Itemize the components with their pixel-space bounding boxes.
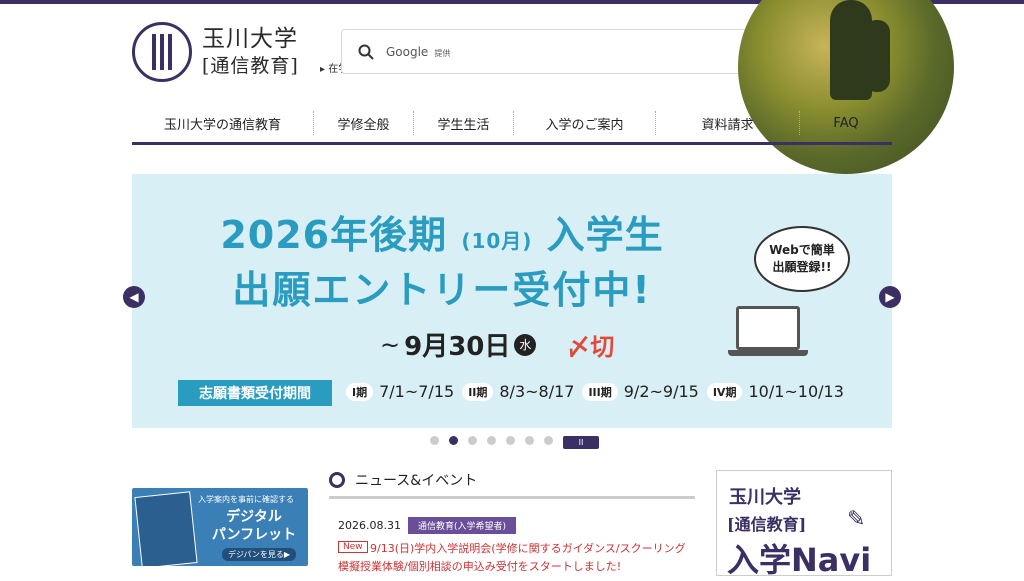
nav-item-study[interactable]: 学修全般 — [314, 111, 414, 135]
google-brand: Google — [386, 44, 429, 59]
chevron-left-icon: ◀ — [129, 290, 139, 304]
navi-line1: 玉川大学 — [729, 487, 801, 508]
carousel-dot[interactable] — [487, 436, 496, 445]
period-item: I期 7/1~7/15 — [346, 382, 454, 401]
logo-bar — [160, 34, 164, 70]
banner-deadline: ~ 9月30日 水 〆切 — [380, 326, 614, 363]
period-tag: II期 — [462, 382, 494, 401]
news-section-title: ニュース&イベント — [329, 470, 477, 490]
digital-pamphlet-banner[interactable]: 入学案内を事前に確認する デジタルパンフレット デジパンを見る▶ — [132, 488, 308, 566]
news-item-link[interactable]: 9/13(日)学内入学説明会(学修に関するガイダンス/スクーリング模擬授業体験/… — [338, 540, 694, 576]
new-badge: New — [338, 541, 368, 553]
deadline-weekday: 水 — [514, 333, 537, 356]
deadline-date: 9月30日 — [404, 332, 511, 362]
nav-underline — [132, 142, 892, 145]
hero-banner[interactable]: 2026年後期 (10月) 入学生 出願エントリー受付中! ~ 9月30日 水 … — [132, 174, 892, 428]
carousel-dot[interactable] — [544, 436, 553, 445]
laptop-base-icon — [728, 350, 808, 356]
period-tag: III期 — [582, 382, 618, 401]
period-dates: 7/1~7/15 — [379, 382, 455, 401]
chevron-right-icon: ▶ — [885, 290, 895, 304]
site-title[interactable]: 玉川大学 [通信教育] — [202, 26, 299, 80]
news-date: 2026.08.31 — [338, 519, 401, 532]
nav-item-faq[interactable]: FAQ — [800, 111, 892, 135]
carousel-dot[interactable] — [430, 436, 439, 445]
period-list: I期 7/1~7/15 II期 8/3~8/17 III期 9/2~9/15 IV期 1… — [346, 382, 844, 401]
period-label: 志願書類受付期間 — [178, 380, 332, 406]
carousel-dot[interactable] — [525, 436, 534, 445]
circle-bullet-icon — [329, 472, 345, 488]
banner-headline2: 出願エントリー受付中! — [232, 268, 652, 312]
logo-bar — [152, 34, 156, 70]
admission-navi-banner[interactable]: 玉川大学 [通信教育] ✎ 入学Navi — [716, 470, 892, 579]
pamphlet-title-line2: パンフレット — [211, 527, 297, 543]
search-provider: Google 提供 — [386, 45, 450, 59]
period-tag: IV期 — [706, 382, 743, 401]
nav-item-request[interactable]: 資料請求 — [656, 111, 800, 135]
deadline-tilde: ~ — [380, 330, 401, 359]
banner-term: 2026年後期 — [220, 213, 448, 257]
period-dates: 9/2~9/15 — [623, 382, 699, 401]
photo-figure — [864, 20, 890, 92]
carousel-next-button[interactable]: ▶ — [879, 286, 901, 308]
laptop-icon — [736, 306, 800, 350]
period-tag: I期 — [346, 382, 374, 401]
nav-item-about[interactable]: 玉川大学の通信教育 — [132, 111, 314, 135]
carousel-dot[interactable] — [468, 436, 477, 445]
web-entry-bubble: Webで簡単 出願登録!! — [754, 226, 850, 292]
pamphlet-title: デジタルパンフレット — [204, 508, 304, 544]
site-title-line1: 玉川大学 — [202, 26, 298, 52]
deadline-cut: 〆切 — [566, 333, 615, 361]
provided-by: 提供 — [434, 48, 451, 58]
search-icon[interactable] — [358, 44, 374, 60]
pamphlet-top-text: 入学案内を事前に確認する — [198, 495, 294, 504]
pamphlet-book-image — [134, 491, 198, 566]
site-title-line2: [通信教育] — [202, 55, 299, 77]
carousel-dots — [430, 436, 553, 445]
navi-line2: [通信教育] — [727, 515, 807, 534]
news-divider — [329, 496, 695, 499]
period-item: III期 9/2~9/15 — [582, 382, 699, 401]
period-item: II期 8/3~8/17 — [462, 382, 574, 401]
carousel-prev-button[interactable]: ◀ — [123, 286, 145, 308]
pamphlet-title-line1: デジタル — [226, 509, 282, 525]
global-nav: 玉川大学の通信教育 学修全般 学生生活 入学のご案内 資料請求 FAQ — [132, 104, 892, 142]
pamphlet-button[interactable]: デジパンを見る▶ — [222, 548, 297, 561]
carousel-pause-button[interactable]: II — [563, 436, 599, 449]
banner-admit: 入学生 — [546, 213, 664, 257]
pen-icon: ✎ — [847, 507, 866, 532]
news-title-text: ニュース&イベント — [355, 473, 478, 489]
logo-bar — [168, 34, 172, 70]
navi-line3: 入学Navi — [727, 541, 872, 579]
carousel-dot-active[interactable] — [449, 436, 458, 445]
header-photo — [738, 0, 954, 174]
banner-headline1: 2026年後期 (10月) 入学生 — [132, 204, 752, 259]
nav-item-admission[interactable]: 入学のご案内 — [514, 111, 656, 135]
carousel-dot[interactable] — [506, 436, 515, 445]
period-dates: 10/1~10/13 — [748, 382, 844, 401]
news-category-badge[interactable]: 通信教育(入学希望者) — [408, 517, 517, 534]
nav-item-student-life[interactable]: 学生生活 — [414, 111, 514, 135]
period-item: IV期 10/1~10/13 — [706, 382, 844, 401]
university-logo[interactable] — [132, 22, 192, 82]
period-dates: 8/3~8/17 — [499, 382, 575, 401]
banner-month: (10月) — [461, 229, 533, 253]
bubble-text: Webで簡単 出願登録!! — [769, 243, 835, 274]
